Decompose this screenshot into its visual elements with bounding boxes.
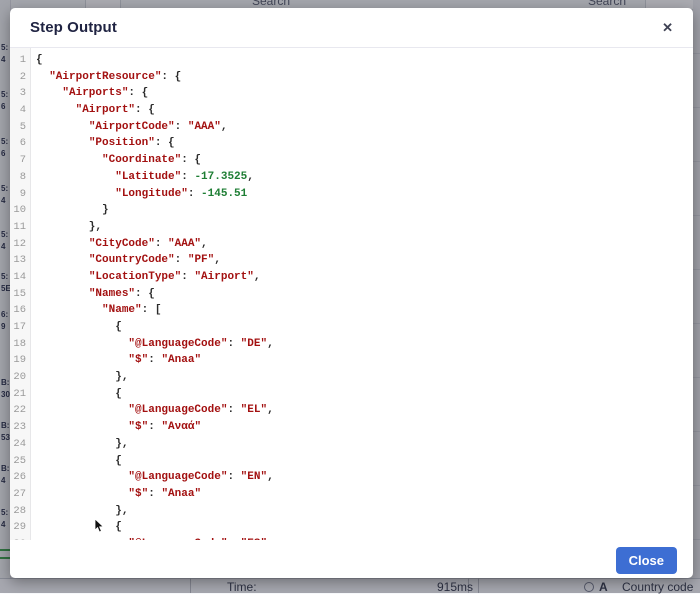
code-line: {	[36, 454, 122, 467]
line-number: 17	[13, 321, 26, 333]
code-line: "@LanguageCode": "ES",	[36, 536, 693, 540]
line-number: 5	[19, 120, 26, 133]
modal-footer: Close	[615, 547, 677, 574]
line-number: 24	[13, 437, 26, 450]
code-line: "$": "Anaa"	[128, 354, 202, 367]
code-line: {	[36, 321, 122, 333]
code-line: "Coordinate": {	[102, 154, 202, 167]
code-line: },	[36, 437, 129, 450]
code-line: "@LanguageCode": "DE",	[128, 337, 274, 350]
code-line: "@LanguageCode": "EL",	[128, 404, 274, 417]
line-number: 30	[10, 536, 30, 540]
line-number: 25	[13, 454, 26, 467]
line-number: 15	[13, 287, 26, 300]
code-line: "AirportCode": "AAA",	[88, 120, 228, 133]
line-number: 11	[13, 220, 26, 233]
modal-header: Step Output ✕	[10, 8, 693, 48]
line-number: 18	[13, 337, 26, 350]
code-line: {	[36, 387, 122, 400]
line-number: 6	[19, 137, 26, 150]
line-number: 7	[19, 154, 26, 167]
close-button[interactable]: Close	[615, 547, 677, 574]
line-number-gutter: 1 2 3 4 5 6 7 8 9 10 11 12 13 14 15 16 17 18 19 20 21 22 23 24 2…	[10, 48, 31, 540]
line-number: 13	[13, 254, 26, 267]
code-line: "$": "Anaa"	[128, 487, 202, 500]
json-code-viewer[interactable]: 1 2 3 4 5 6 7 8 9 10 11 12 13 14 15 16 17 18 19 20 21 22 23 24 2…	[10, 48, 693, 540]
line-number: 22	[13, 404, 26, 417]
line-number: 12	[13, 237, 26, 250]
code-lines: { "AirportResource": { "Airports": { "Ai…	[31, 48, 693, 540]
code-line: "Airports": {	[62, 87, 149, 100]
code-line: }	[36, 204, 109, 217]
line-number: 9	[19, 187, 26, 200]
line-number: 3	[19, 87, 26, 100]
code-line: "Longitude": -145.51	[115, 187, 248, 200]
line-number: 16	[13, 304, 26, 317]
code-line: "CountryCode": "PF",	[88, 254, 221, 267]
code-line: "CityCode": "AAA",	[88, 237, 208, 250]
code-line: {	[36, 54, 43, 66]
code-line: "AirportResource": {	[49, 70, 182, 83]
code-line: },	[36, 371, 129, 384]
code-line: "Latitude": -17.3525,	[115, 170, 254, 183]
line-number: 29	[13, 521, 26, 534]
code-line: "Names": {	[88, 287, 155, 300]
line-number: 8	[19, 170, 26, 183]
code-line: "Name": [	[102, 304, 162, 317]
step-output-modal: Step Output ✕ 1 2 3 4 5 6 7 8 9 10 11 12 13 14 15 16 17 1…	[10, 8, 693, 578]
code-line: "@LanguageCode": "EN",	[128, 471, 274, 484]
line-number: 27	[13, 487, 26, 500]
code-line: },	[36, 504, 129, 517]
code-line: "LocationType": "Airport",	[88, 270, 261, 283]
line-number: 23	[13, 421, 26, 434]
line-number: 20	[13, 371, 26, 384]
code-line: {	[36, 521, 122, 534]
code-line: },	[36, 220, 103, 233]
line-number: 28	[13, 504, 26, 517]
line-number: 14	[13, 270, 26, 283]
line-number: 21	[13, 387, 26, 400]
line-number: 1	[19, 54, 26, 66]
code-line: "Position": {	[88, 137, 175, 150]
line-number: 10	[13, 204, 26, 217]
line-number: 2	[19, 70, 26, 83]
modal-title: Step Output	[30, 19, 117, 36]
code-line: "Airport": {	[75, 104, 155, 117]
line-number: 19	[13, 354, 26, 367]
line-number: 26	[13, 471, 26, 484]
line-number: 4	[19, 104, 26, 117]
close-icon[interactable]: ✕	[658, 19, 677, 36]
code-line: "$": "Αναά"	[128, 421, 202, 434]
